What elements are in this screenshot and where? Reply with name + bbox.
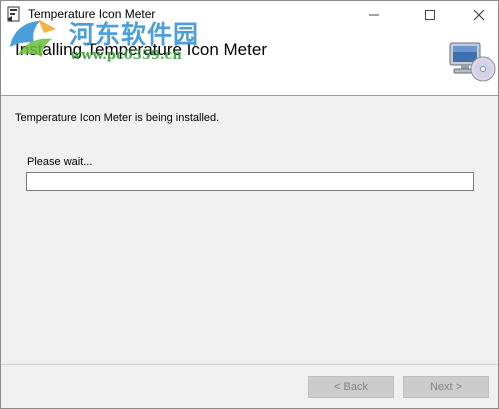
computer-cd-icon: [448, 39, 496, 87]
close-icon: [473, 9, 485, 21]
install-progress-bar: [26, 172, 474, 191]
next-button[interactable]: Next >: [403, 376, 489, 398]
footer-divider: [1, 364, 498, 365]
minimize-icon: [369, 14, 379, 16]
installer-window: Temperature Icon Meter Installing Temper…: [0, 0, 499, 409]
please-wait-label: Please wait...: [27, 156, 93, 168]
back-button[interactable]: < Back: [308, 376, 394, 398]
close-button[interactable]: [461, 1, 497, 29]
watermark-text: 河东软件园: [69, 20, 200, 49]
watermark-url: www.pc0359.cn: [70, 48, 182, 63]
maximize-button[interactable]: [412, 1, 448, 29]
maximize-icon: [425, 10, 435, 20]
install-status-text: Temperature Icon Meter is being installe…: [15, 112, 220, 124]
watermark-logo-icon: [4, 13, 66, 65]
minimize-button[interactable]: [356, 1, 392, 29]
